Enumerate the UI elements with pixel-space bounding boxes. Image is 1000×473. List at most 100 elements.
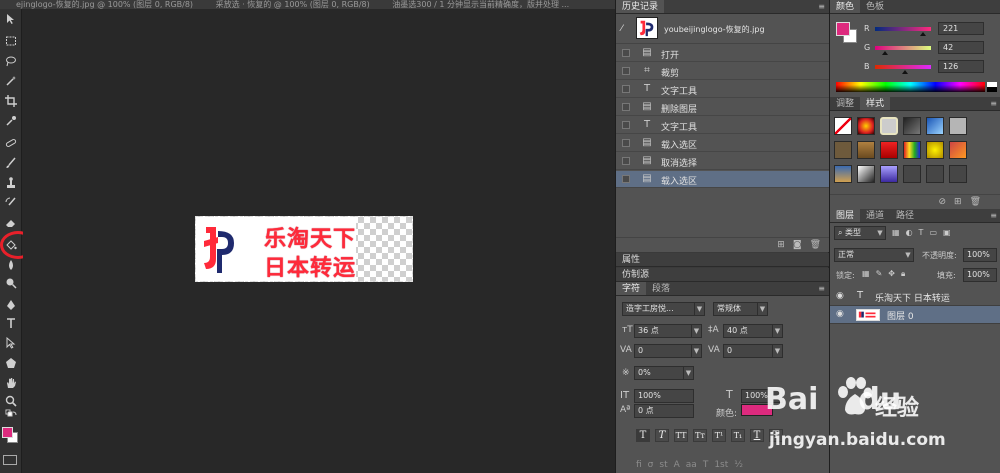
opacity-field[interactable]: 100% — [963, 248, 997, 262]
default-colors-icon[interactable] — [2, 409, 20, 421]
panel-menu-icon[interactable]: ≡ — [818, 283, 825, 295]
panel-menu-icon[interactable]: ≡ — [818, 1, 825, 13]
strikethrough-button[interactable]: Ŧ — [769, 429, 783, 442]
document-tab-title-2[interactable]: 采放选 · 恢复的 @ 100% (图层 0, RGB/8) — [216, 0, 370, 9]
magic-wand-tool-icon[interactable] — [2, 73, 20, 89]
titling-button[interactable]: T — [703, 460, 709, 470]
baseline-shift-field[interactable]: 0 点 — [634, 404, 694, 418]
clear-style-icon[interactable]: ⊘ — [938, 197, 946, 207]
style-swatch[interactable] — [834, 141, 852, 159]
history-item-selected[interactable]: ▤ 载入选区 — [616, 171, 829, 188]
swash-button[interactable]: A — [674, 460, 680, 470]
history-item[interactable]: ⌗ 裁剪 — [616, 63, 829, 80]
move-tool-icon[interactable] — [2, 11, 20, 27]
history-checkbox[interactable] — [622, 157, 630, 165]
path-selection-tool-icon[interactable] — [2, 335, 20, 351]
ligatures-button[interactable]: fi — [636, 460, 642, 470]
stylistic-alternates-button[interactable]: aa — [686, 460, 697, 470]
layer-row-selected[interactable]: ◉ 图层 0 — [830, 306, 1000, 324]
small-caps-button[interactable]: Tт — [693, 429, 707, 442]
style-swatch[interactable] — [926, 141, 944, 159]
canvas-area[interactable]: 乐淘天下 日本转运 — [23, 9, 615, 473]
document-tab-title[interactable]: ejingloɡo-恢复的.jpg @ 100% (图层 0, RGB/8) — [16, 0, 193, 9]
style-swatch[interactable] — [880, 165, 898, 183]
lock-all-icon[interactable]: 🔒︎ — [901, 269, 905, 279]
eye-icon[interactable]: ◉ — [836, 291, 844, 301]
foreground-color-swatch[interactable] — [2, 427, 13, 438]
green-value-field[interactable]: 42 — [938, 41, 984, 54]
quick-mask-icon[interactable] — [3, 455, 17, 465]
layer-name[interactable]: 乐淘天下 日本转运 — [875, 291, 950, 304]
tab-paragraph[interactable]: 段落 — [646, 282, 676, 295]
history-item[interactable]: ▤ 删除图层 — [616, 99, 829, 116]
style-swatch-selected[interactable] — [880, 117, 898, 135]
lock-transparency-icon[interactable]: ▦ — [862, 269, 870, 279]
lock-pixels-icon[interactable]: ✎ — [876, 269, 883, 279]
ordinals-button[interactable]: 1st — [714, 460, 728, 470]
green-slider[interactable] — [875, 46, 931, 50]
all-caps-button[interactable]: TT — [674, 429, 688, 442]
tab-history[interactable]: 历史记录 — [616, 0, 665, 13]
smart-object-filter-icon[interactable]: ▣ — [943, 228, 951, 237]
superscript-button[interactable]: T¹ — [712, 429, 726, 442]
style-swatch[interactable] — [857, 117, 875, 135]
style-swatch[interactable] — [949, 141, 967, 159]
tab-character[interactable]: 字符 — [616, 282, 647, 295]
new-document-from-state-icon[interactable]: ⊞ — [777, 240, 785, 250]
font-size-field[interactable]: 36 点 ▼ — [634, 324, 702, 338]
blue-slider-thumb[interactable] — [902, 70, 908, 74]
color-panel-foreground-swatch[interactable] — [836, 22, 850, 36]
crop-tool-icon[interactable] — [2, 93, 20, 109]
clone-stamp-tool-icon[interactable] — [2, 175, 20, 191]
underline-button[interactable]: T — [750, 429, 764, 442]
panel-menu-icon[interactable]: ≡ — [990, 210, 997, 222]
document-tab-strip[interactable]: ejingloɡo-恢复的.jpg @ 100% (图层 0, RGB/8) 采… — [0, 0, 615, 9]
old-style-button[interactable]: σ — [648, 460, 654, 470]
new-style-icon[interactable]: ⊞ — [954, 197, 962, 207]
history-checkbox[interactable] — [622, 121, 630, 129]
font-style-select[interactable]: 常规体 ▼ — [713, 302, 768, 316]
red-value-field[interactable]: 221 — [938, 22, 984, 35]
blue-value-field[interactable]: 126 — [938, 60, 984, 73]
tab-styles[interactable]: 样式 — [860, 97, 891, 110]
pen-tool-icon[interactable] — [2, 297, 20, 313]
eyedropper-tool-icon[interactable] — [2, 113, 20, 129]
blur-tool-icon[interactable] — [2, 257, 20, 273]
style-swatch[interactable] — [880, 141, 898, 159]
history-snapshot[interactable]: ⁄ youbeijinglogo-恢复的.jpg — [616, 14, 829, 44]
style-swatch[interactable] — [903, 141, 921, 159]
discretionary-ligatures-button[interactable]: st — [659, 460, 667, 470]
hand-tool-icon[interactable] — [2, 375, 20, 391]
history-item[interactable]: ▤ 取消选择 — [616, 153, 829, 170]
eye-icon[interactable]: ◉ — [836, 309, 844, 319]
style-swatch[interactable] — [949, 165, 967, 183]
tsume-field[interactable]: 0% ▼ — [634, 366, 694, 380]
history-checkbox[interactable] — [622, 139, 630, 147]
snapshot-camera-icon[interactable]: ◙ — [793, 240, 802, 250]
style-swatch[interactable] — [903, 165, 921, 183]
black-white-ramp[interactable] — [987, 82, 997, 92]
tab-layers[interactable]: 图层 — [830, 209, 861, 222]
tab-channels[interactable]: 通道 — [860, 209, 890, 222]
history-item[interactable]: ▤ 打开 — [616, 45, 829, 62]
history-brush-tool-icon[interactable] — [2, 195, 20, 211]
style-swatch[interactable] — [834, 165, 852, 183]
lock-position-icon[interactable]: ✥ — [888, 269, 895, 279]
type-tool-icon[interactable] — [2, 315, 20, 331]
tab-adjustments[interactable]: 调整 — [830, 97, 860, 110]
document-canvas[interactable]: 乐淘天下 日本转运 — [195, 216, 413, 282]
custom-shape-tool-icon[interactable] — [2, 355, 20, 371]
properties-panel-collapsed[interactable]: 属性 — [616, 253, 829, 267]
adjustment-filter-icon[interactable]: ◐ — [906, 228, 913, 237]
history-checkbox[interactable] — [622, 103, 630, 111]
fractions-button[interactable]: ½ — [734, 460, 743, 470]
text-color-swatch[interactable] — [741, 404, 773, 416]
blend-mode-select[interactable]: 正常 ▼ — [834, 248, 914, 262]
red-slider-thumb[interactable] — [920, 32, 926, 36]
leading-field[interactable]: 40 点 ▼ — [723, 324, 783, 338]
dodge-tool-icon[interactable] — [2, 275, 20, 291]
tracking-field[interactable]: 0 ▼ — [723, 344, 783, 358]
history-checkbox[interactable] — [622, 49, 630, 57]
history-item[interactable]: ▤ 载入选区 — [616, 135, 829, 152]
trash-icon[interactable]: 🗑︎ — [810, 240, 821, 250]
